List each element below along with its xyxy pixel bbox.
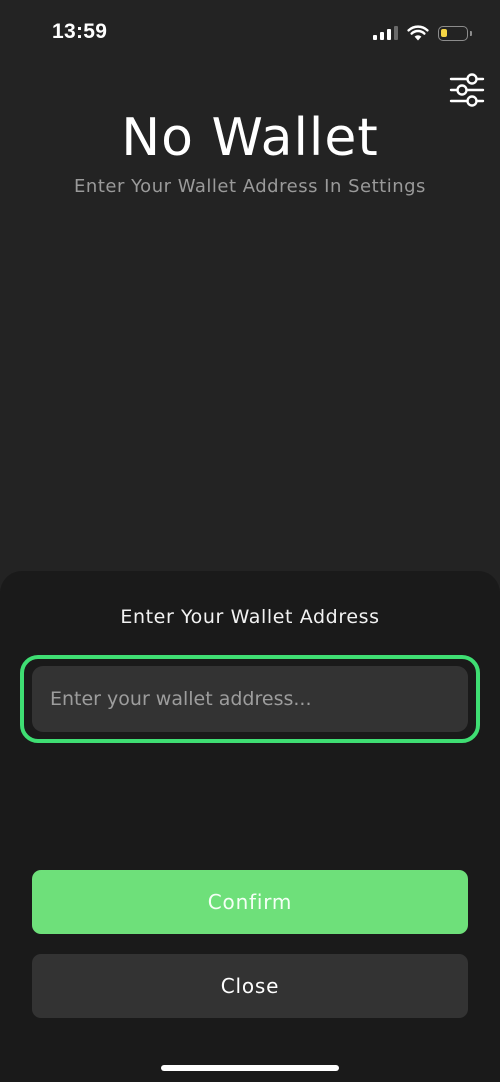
cellular-signal-icon (373, 26, 398, 40)
wallet-address-input[interactable] (32, 666, 468, 732)
status-time: 13:59 (52, 20, 108, 43)
wallet-bottom-sheet: Enter Your Wallet Address Confirm Close (0, 571, 500, 1082)
status-icons (373, 23, 472, 43)
status-bar: 13:59 (0, 0, 500, 66)
page-title: No Wallet (121, 108, 379, 168)
wifi-icon (407, 25, 429, 41)
battery-icon (438, 25, 472, 41)
sheet-title: Enter Your Wallet Address (120, 606, 380, 628)
confirm-button[interactable]: Confirm (32, 870, 468, 934)
page-subtitle: Enter Your Wallet Address In Settings (74, 176, 426, 197)
home-indicator (161, 1065, 339, 1071)
close-button[interactable]: Close (32, 954, 468, 1018)
settings-button[interactable] (448, 72, 486, 108)
sliders-icon (449, 73, 485, 107)
wallet-input-container (20, 655, 480, 743)
screen: 13:59 No Wallet Enter Your Wallet Addres… (0, 0, 500, 1082)
